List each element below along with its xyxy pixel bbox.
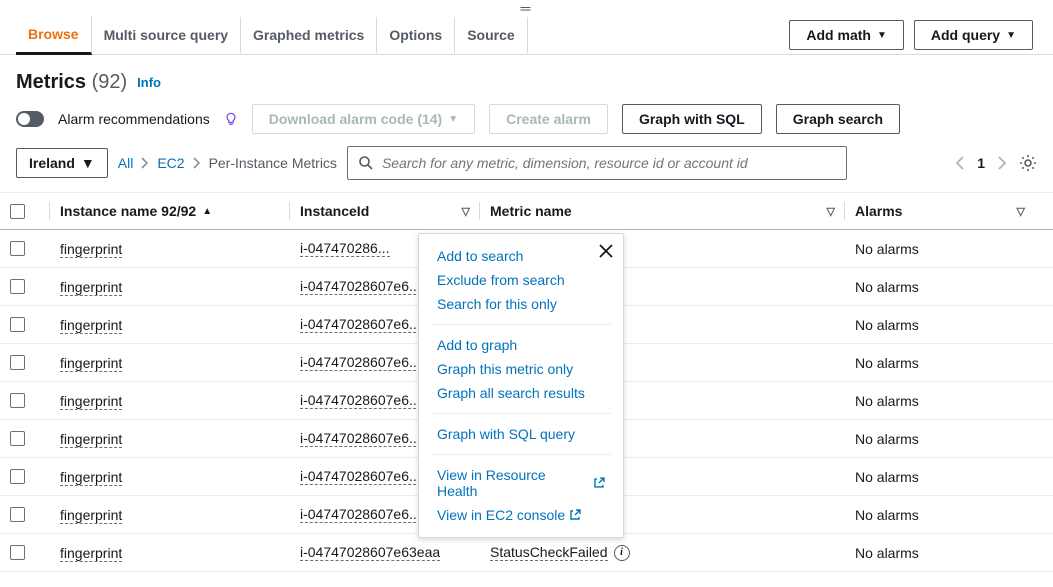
col-alarms[interactable]: Alarms▽ — [845, 193, 1035, 229]
menu-exclude-from-search[interactable]: Exclude from search — [419, 268, 623, 292]
row-checkbox[interactable] — [10, 545, 25, 560]
alarm-recommendations-toggle[interactable] — [16, 111, 44, 127]
caret-down-icon: ▼ — [877, 30, 887, 41]
alarms-cell: No alarms — [845, 497, 1035, 533]
row-checkbox[interactable] — [10, 279, 25, 294]
row-checkbox[interactable] — [10, 393, 25, 408]
menu-graph-this-metric-only[interactable]: Graph this metric only — [419, 357, 623, 381]
breadcrumb-all[interactable]: All — [118, 155, 134, 171]
menu-add-to-graph[interactable]: Add to graph — [419, 333, 623, 357]
table-row[interactable]: fingerprint i-04747028607e63eaa StatusChec… — [0, 534, 1053, 572]
row-context-menu: Add to search Exclude from search Search… — [418, 233, 624, 538]
row-checkbox[interactable] — [10, 241, 25, 256]
search-input[interactable] — [382, 155, 836, 171]
tab-browse[interactable]: Browse — [16, 16, 92, 55]
sort-asc-icon: ▲ — [202, 206, 212, 217]
alarms-cell: No alarms — [845, 345, 1035, 381]
menu-search-for-this-only[interactable]: Search for this only — [419, 292, 623, 316]
row-checkbox[interactable] — [10, 431, 25, 446]
caret-down-icon: ▼ — [81, 155, 95, 171]
lightbulb-icon — [224, 112, 238, 126]
instance-id-cell[interactable]: i-047470286... — [300, 240, 390, 257]
tab-multi-source-query[interactable]: Multi source query — [92, 17, 241, 53]
instance-name-cell[interactable]: fingerprint — [60, 469, 122, 486]
metrics-tabs: Browse Multi source query Graphed metric… — [0, 16, 1053, 55]
alarms-cell: No alarms — [845, 535, 1035, 571]
row-checkbox[interactable] — [10, 507, 25, 522]
menu-view-in-ec2-console[interactable]: View in EC2 console — [419, 503, 623, 527]
caret-down-icon: ▼ — [448, 114, 458, 125]
menu-graph-with-sql-query[interactable]: Graph with SQL query — [419, 422, 623, 446]
breadcrumb: All EC2 Per-Instance Metrics — [118, 155, 337, 171]
instance-id-cell[interactable]: i-04747028607e6... — [300, 278, 421, 295]
filter-icon[interactable]: ▽ — [827, 205, 835, 218]
add-math-button[interactable]: Add math▼ — [789, 20, 903, 50]
col-instance-id[interactable]: InstanceId▽ — [290, 193, 480, 229]
menu-view-in-resource-health[interactable]: View in Resource Health — [419, 463, 623, 503]
page-prev-icon[interactable] — [955, 156, 965, 170]
col-metric-name[interactable]: Metric name▽ — [480, 193, 845, 229]
menu-graph-all-search-results[interactable]: Graph all search results — [419, 381, 623, 405]
close-icon[interactable] — [599, 244, 613, 258]
tab-options[interactable]: Options — [377, 17, 455, 53]
metrics-count: (92) — [92, 71, 128, 93]
graph-search-button[interactable]: Graph search — [776, 104, 900, 134]
caret-down-icon: ▼ — [1006, 30, 1016, 41]
search-icon — [358, 155, 374, 171]
metric-search[interactable] — [347, 146, 847, 180]
metric-name-cell[interactable]: StatusCheckFailed i — [480, 534, 845, 571]
alarms-cell: No alarms — [845, 231, 1035, 267]
instance-name-cell[interactable]: fingerprint — [60, 279, 122, 296]
chevron-right-icon — [193, 157, 201, 169]
alarms-cell: No alarms — [845, 459, 1035, 495]
row-checkbox[interactable] — [10, 469, 25, 484]
instance-name-cell[interactable]: fingerprint — [60, 545, 122, 562]
alarms-cell: No alarms — [845, 269, 1035, 305]
info-icon[interactable]: i — [614, 545, 630, 561]
alarms-cell: No alarms — [845, 421, 1035, 457]
external-link-icon — [593, 477, 605, 489]
filter-icon[interactable]: ▽ — [1017, 205, 1025, 218]
page-number: 1 — [977, 155, 985, 171]
region-selector[interactable]: Ireland▼ — [16, 148, 108, 178]
instance-name-cell[interactable]: fingerprint — [60, 431, 122, 448]
instance-id-cell[interactable]: i-04747028607e6... — [300, 430, 421, 447]
instance-id-cell[interactable]: i-04747028607e63eaa — [300, 544, 440, 561]
breadcrumb-current: Per-Instance Metrics — [209, 155, 337, 171]
create-alarm-button[interactable]: Create alarm — [489, 104, 608, 134]
drag-handle-icon[interactable]: ═ — [0, 0, 1053, 16]
page-title: Metrics (92) — [16, 71, 127, 94]
alarms-cell: No alarms — [845, 307, 1035, 343]
instance-id-cell[interactable]: i-04747028607e6... — [300, 392, 421, 409]
instance-id-cell[interactable]: i-04747028607e6... — [300, 354, 421, 371]
tab-source[interactable]: Source — [455, 17, 527, 53]
col-instance-name[interactable]: Instance name 92/92▲ — [50, 193, 290, 229]
graph-with-sql-button[interactable]: Graph with SQL — [622, 104, 762, 134]
instance-name-cell[interactable]: fingerprint — [60, 241, 122, 258]
settings-gear-icon[interactable] — [1019, 154, 1037, 172]
instance-name-cell[interactable]: fingerprint — [60, 317, 122, 334]
alarms-cell: No alarms — [845, 383, 1035, 419]
select-all-checkbox[interactable] — [10, 204, 25, 219]
menu-add-to-search[interactable]: Add to search — [419, 244, 623, 268]
alarm-recommendations-label: Alarm recommendations — [58, 111, 210, 127]
download-alarm-code-button[interactable]: Download alarm code (14)▼ — [252, 104, 475, 134]
breadcrumb-ec2[interactable]: EC2 — [157, 155, 184, 171]
page-next-icon[interactable] — [997, 156, 1007, 170]
instance-id-cell[interactable]: i-04747028607e6... — [300, 506, 421, 523]
row-checkbox[interactable] — [10, 317, 25, 332]
external-link-icon — [569, 509, 581, 521]
add-query-button[interactable]: Add query▼ — [914, 20, 1033, 50]
instance-name-cell[interactable]: fingerprint — [60, 507, 122, 524]
tab-graphed-metrics[interactable]: Graphed metrics — [241, 17, 377, 53]
filter-icon[interactable]: ▽ — [462, 205, 470, 218]
instance-id-cell[interactable]: i-04747028607e6... — [300, 468, 421, 485]
row-checkbox[interactable] — [10, 355, 25, 370]
instance-name-cell[interactable]: fingerprint — [60, 355, 122, 372]
chevron-right-icon — [141, 157, 149, 169]
instance-name-cell[interactable]: fingerprint — [60, 393, 122, 410]
info-link[interactable]: Info — [137, 75, 161, 90]
instance-id-cell[interactable]: i-04747028607e6... — [300, 316, 421, 333]
